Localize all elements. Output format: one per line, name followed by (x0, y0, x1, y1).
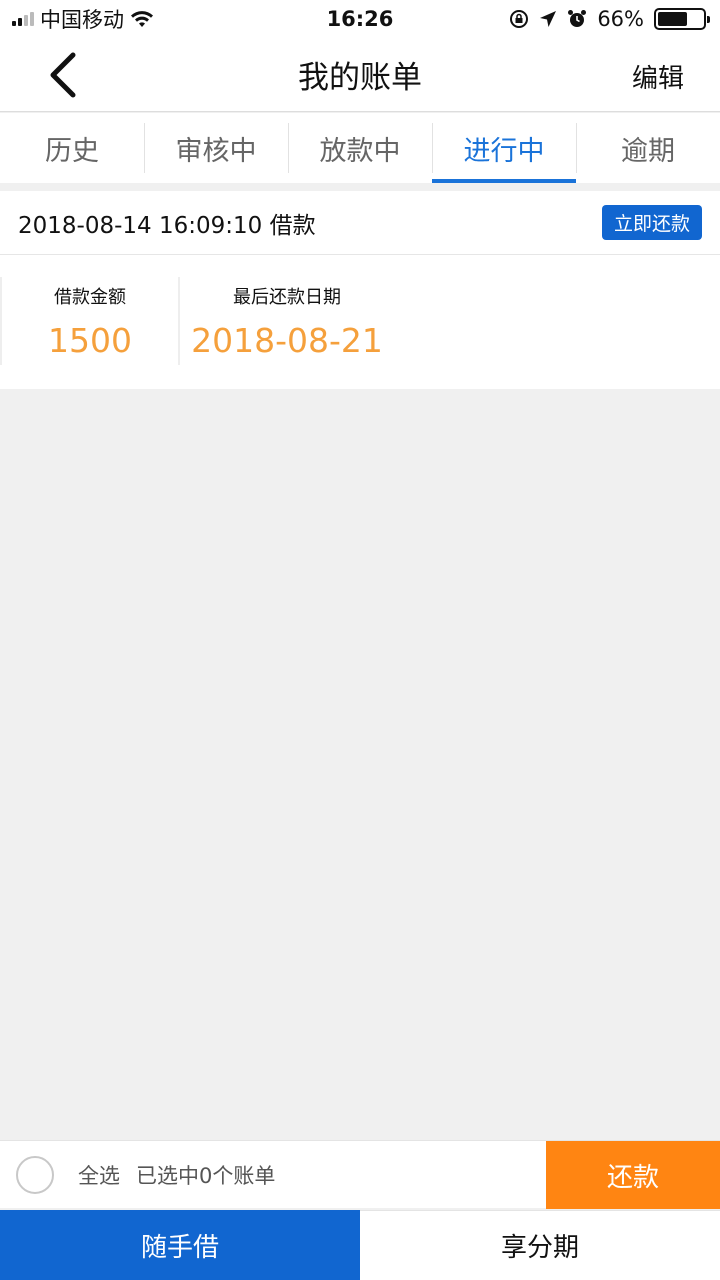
tab-in-progress[interactable]: 进行中 (432, 113, 576, 183)
loan-card-body: 借款金额 1500 最后还款日期 2018-08-21 (0, 255, 720, 365)
due-date-block: 最后还款日期 2018-08-21 (178, 277, 394, 365)
select-bar: 全选 已选中0个账单 还款 (0, 1140, 720, 1209)
loan-card[interactable]: 2018-08-14 16:09:10 借款 立即还款 借款金额 1500 最后… (0, 191, 720, 389)
loan-card-header: 2018-08-14 16:09:10 借款 立即还款 (0, 191, 720, 255)
due-date-value: 2018-08-21 (191, 320, 383, 360)
section-gap (0, 183, 720, 191)
tab-history[interactable]: 历史 (0, 113, 144, 183)
back-button[interactable] (38, 50, 88, 100)
carrier-label: 中国移动 (40, 8, 124, 32)
loan-amount-label: 借款金额 (54, 286, 126, 308)
rotation-lock-icon (510, 10, 529, 28)
selected-count-text: 已选中0个账单 (136, 1163, 276, 1188)
loan-amount-value: 1500 (48, 320, 132, 360)
bottom-tab-bar: 随手借 享分期 (0, 1210, 720, 1280)
select-all-checkbox[interactable] (16, 1155, 54, 1194)
back-chevron-icon (50, 52, 76, 98)
alarm-icon (568, 10, 587, 27)
tab-reviewing[interactable]: 审核中 (144, 113, 288, 183)
status-left: 中国移动 (0, 4, 154, 34)
page-title: 我的账单 (298, 60, 422, 96)
status-tabs: 历史 审核中 放款中 进行中 逾期 (0, 113, 720, 183)
repay-now-button[interactable]: 立即还款 (601, 205, 702, 240)
repay-button[interactable]: 还款 (546, 1141, 720, 1209)
tab-overdue[interactable]: 逾期 (576, 113, 720, 183)
battery-icon (654, 8, 710, 30)
battery-percent: 66% (597, 7, 644, 31)
loan-title: 2018-08-14 16:09:10 借款 (18, 212, 316, 239)
status-right: 66% (509, 7, 720, 31)
nav-bar: 我的账单 编辑 (0, 38, 720, 112)
signal-icon (12, 12, 34, 26)
edit-button[interactable]: 编辑 (632, 58, 684, 95)
location-icon (540, 11, 557, 27)
status-bar: 中国移动 16:26 66% (0, 0, 720, 38)
due-date-label: 最后还款日期 (233, 286, 341, 308)
select-all-label[interactable]: 全选 (78, 1160, 120, 1190)
tab-disbursing[interactable]: 放款中 (288, 113, 432, 183)
loan-amount-block: 借款金额 1500 (0, 277, 178, 365)
battery-fill (658, 12, 688, 26)
tab-quick-loan[interactable]: 随手借 (0, 1210, 360, 1280)
wifi-icon (131, 11, 153, 27)
tab-installment[interactable]: 享分期 (360, 1210, 720, 1280)
